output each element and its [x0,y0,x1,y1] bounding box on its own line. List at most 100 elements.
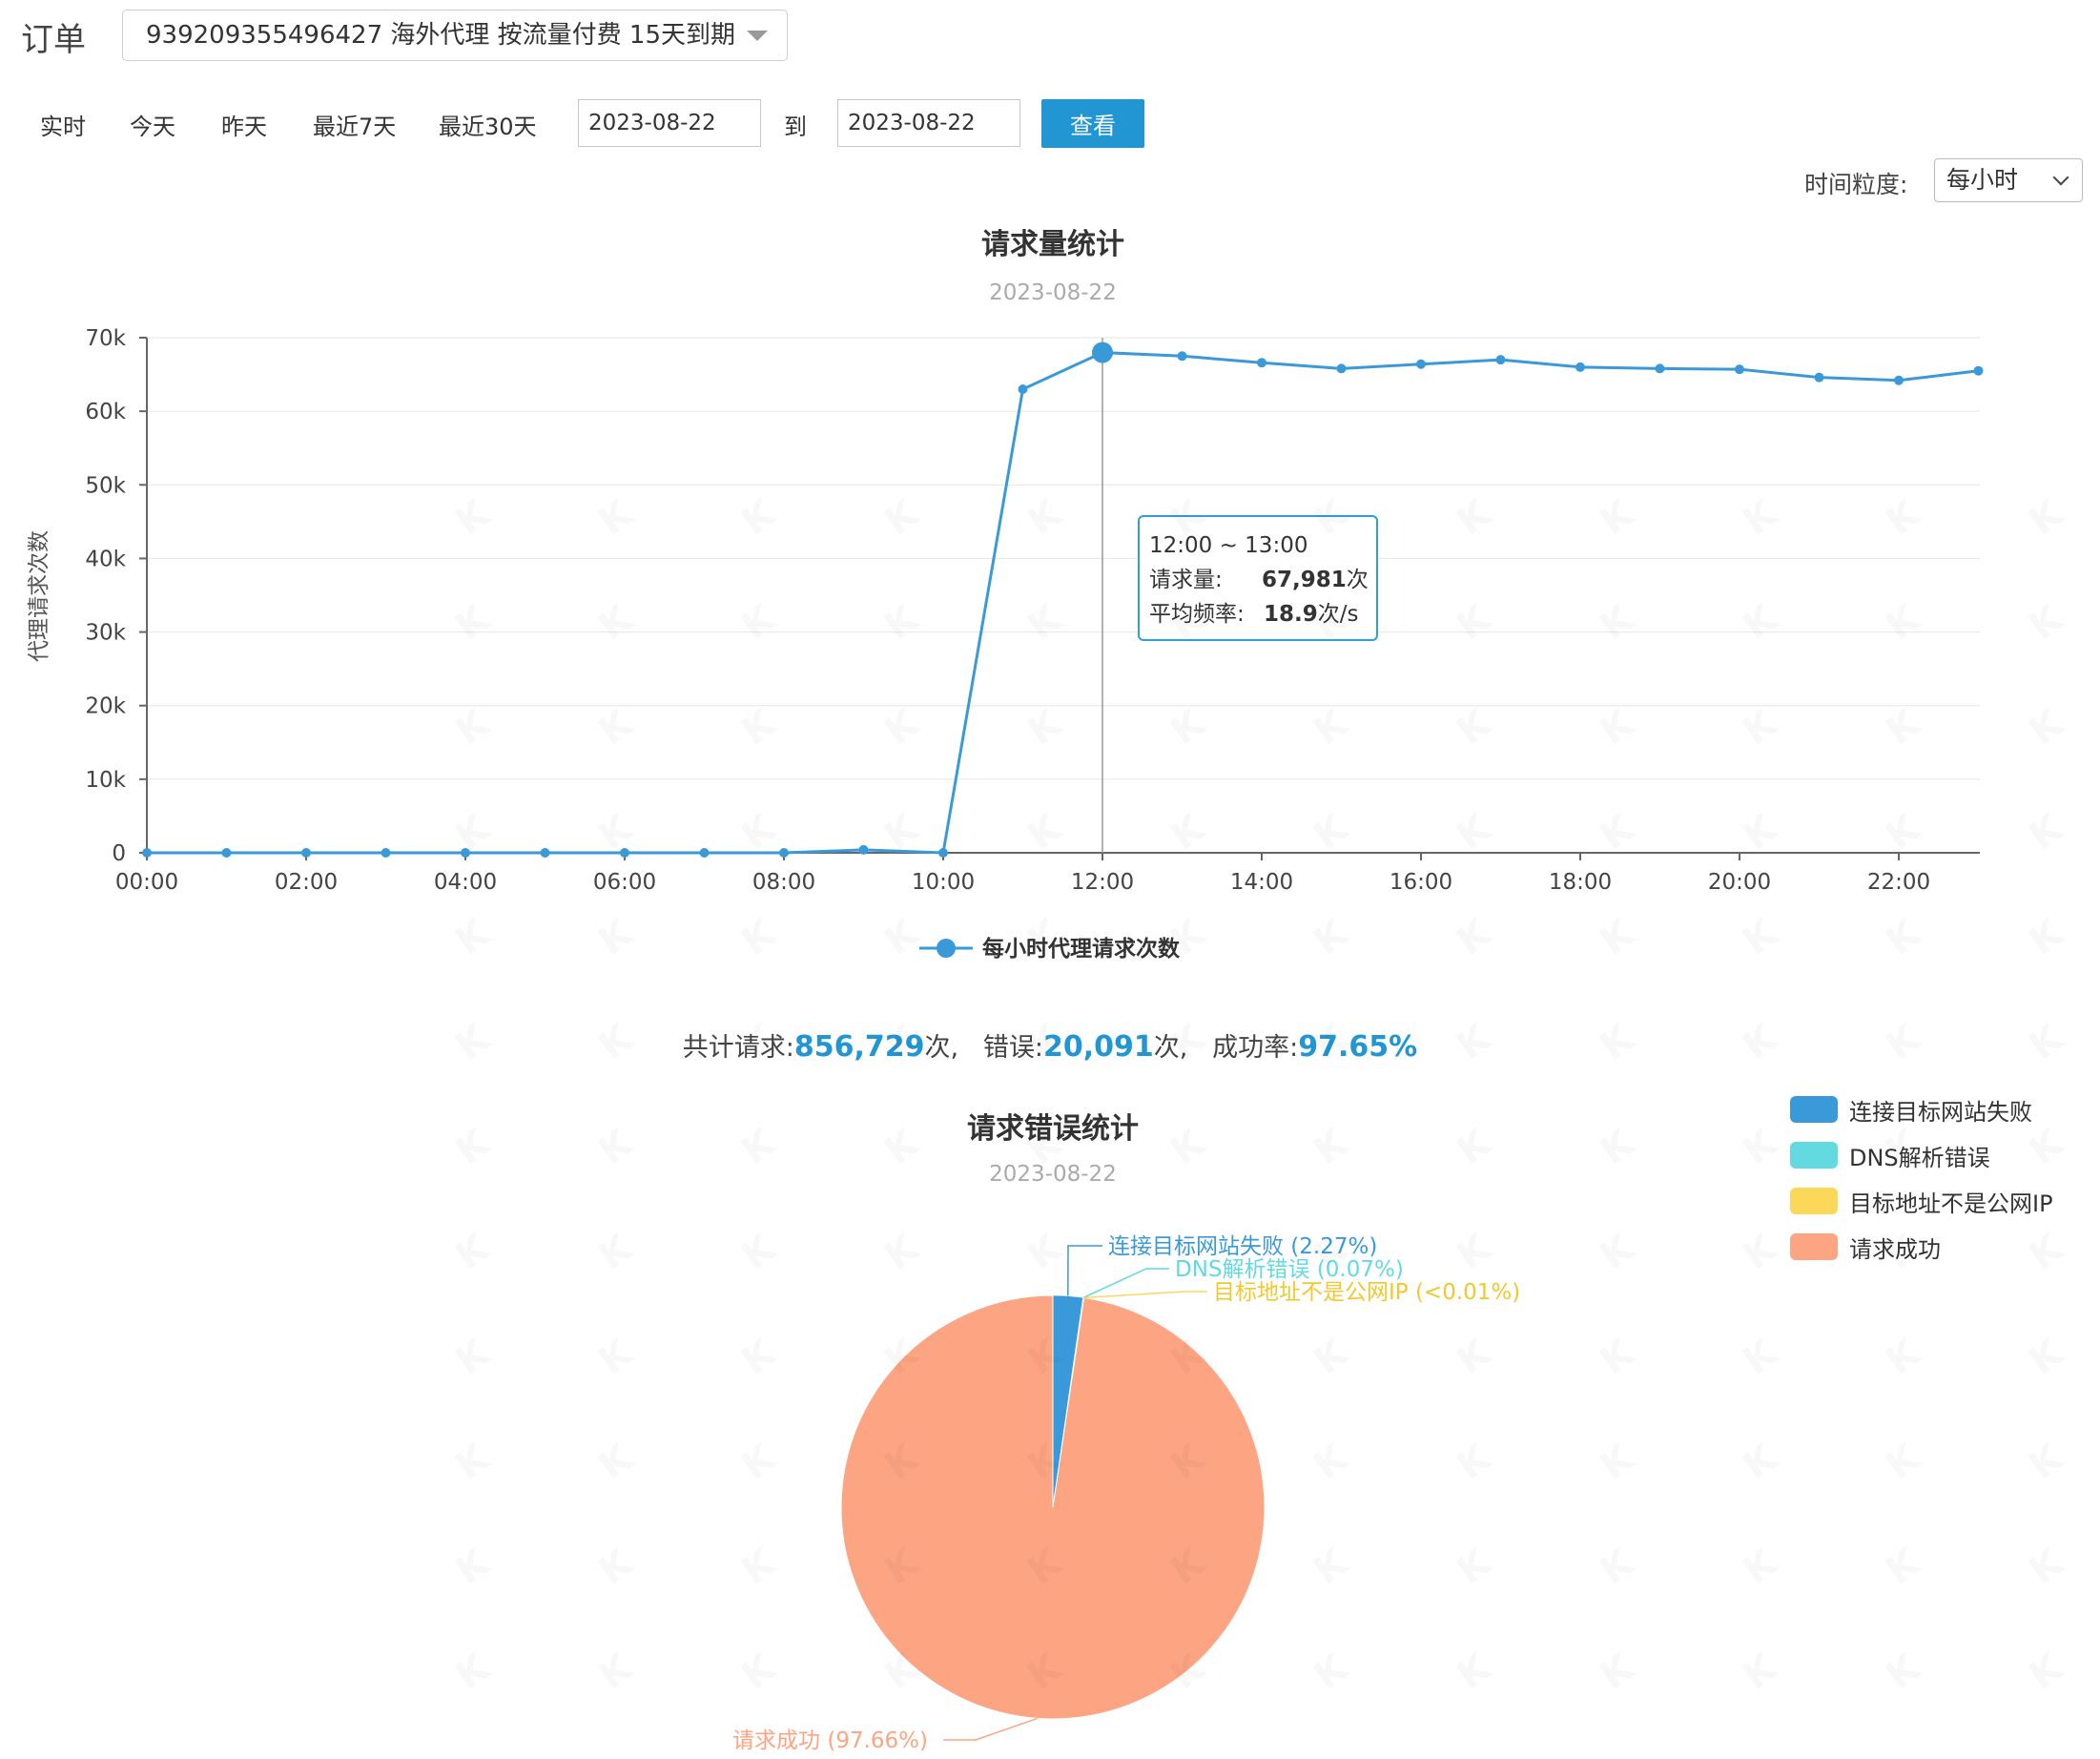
line-chart-title: 请求量统计 [981,228,1124,261]
legend-label: DNS解析错误 [1849,1145,1990,1171]
granularity-label: 时间粒度: [1804,171,1908,198]
tooltip-freq-label: 平均频率: [1149,602,1245,627]
y-tick-label: 40k [85,547,126,571]
tooltip-range: 12:00 ~ 13:00 [1149,533,1308,558]
data-point[interactable] [1092,341,1113,363]
y-tick-label: 20k [85,694,126,719]
x-tick-label: 16:00 [1390,870,1452,895]
data-point[interactable] [1416,359,1426,369]
data-point[interactable] [540,848,550,858]
pie-slice-label: DNS解析错误 (0.07%) [1175,1257,1404,1282]
data-point[interactable] [1655,363,1665,374]
x-tick-label: 08:00 [752,870,815,895]
data-point[interactable] [858,844,869,855]
x-tick-label: 00:00 [115,870,178,895]
tooltip-freq-value: 18.9 [1264,602,1318,627]
summary-total-value: 856,729 [793,1030,925,1064]
x-tick-label: 06:00 [593,870,656,895]
data-point[interactable] [1735,364,1744,375]
end-date-input[interactable] [837,99,1020,147]
legend-swatch [1790,1233,1838,1260]
summary-error-unit: 次, [1153,1033,1188,1063]
granularity-select[interactable]: 每小时 [1934,158,2083,202]
data-point[interactable] [1336,363,1347,374]
tooltip-request-unit: 次 [1346,568,1369,592]
view-button[interactable]: 查看 [1041,99,1144,148]
x-tick-label: 04:00 [434,870,497,895]
y-axis-label: 代理请求次数 [27,530,51,662]
data-point[interactable] [938,848,948,858]
data-point[interactable] [381,848,391,858]
data-point[interactable] [1814,372,1824,383]
range-link-yesterday[interactable]: 昨天 [221,108,267,141]
tooltip-request-label: 请求量: [1149,568,1223,592]
pie-chart-title: 请求错误统计 [967,1112,1139,1146]
x-tick-label: 02:00 [275,870,338,895]
legend-series-label[interactable]: 每小时代理请求次数 [982,936,1181,962]
data-point[interactable] [1575,362,1585,372]
chart-tooltip: 12:00 ~ 13:00 请求量: 67,981次 平均频率: 18.9次/s [1138,515,1378,641]
y-tick-label: 10k [85,768,126,793]
tooltip-request-value: 67,981 [1262,568,1347,592]
legend-swatch [1790,1188,1838,1214]
summary-error-label: 错误: [982,1033,1043,1063]
legend-swatch [1790,1142,1838,1169]
x-tick-label: 18:00 [1549,870,1612,895]
data-point[interactable] [699,848,710,858]
range-link-last-7-days[interactable]: 最近7天 [313,108,396,141]
data-point[interactable] [1894,375,1904,385]
start-date-input[interactable] [578,99,761,147]
x-tick-label: 22:00 [1867,870,1930,895]
pie-slice[interactable] [840,1294,1266,1720]
error-pie-chart: 请求错误统计 2023-08-22 连接目标网站失败 (2.27%)DNS解析错… [732,1112,1520,1753]
pie-chart-subtitle: 2023-08-22 [989,1162,1117,1187]
granularity-value: 每小时 [1946,166,2019,194]
data-point[interactable] [301,848,311,858]
legend-label: 连接目标网站失败 [1849,1099,2032,1126]
line-chart-subtitle: 2023-08-22 [989,280,1117,305]
request-line-chart: 请求量统计 2023-08-22 代理请求次数 0 10k 20k 30k 40k 50k… [27,228,1984,962]
legend-label: 目标地址不是公网IP [1849,1190,2053,1217]
data-point[interactable] [1495,355,1506,365]
pie-slice-label: 连接目标网站失败 (2.27%) [1108,1234,1377,1259]
order-select-value: 939209355496427 海外代理 按流量付费 15天到期 [146,21,736,50]
y-tick-label: 30k [85,621,126,646]
caret-down-icon [747,31,768,41]
y-tick-label: 60k [85,400,126,424]
to-label: 到 [784,114,807,140]
data-point[interactable] [221,848,232,858]
legend-swatch [1790,1096,1838,1123]
summary-error-value: 20,091 [1043,1030,1154,1064]
pie-leader-line [1083,1291,1207,1299]
legend-label: 请求成功 [1849,1236,1941,1263]
pie-leader-line [943,1717,1038,1741]
x-tick-label: 10:00 [912,870,975,895]
data-point[interactable] [779,848,789,858]
order-label: 订单 [21,21,86,59]
legend-marker-icon [937,939,956,958]
y-tick-label: 50k [85,473,126,498]
data-point[interactable] [1257,358,1266,368]
data-point[interactable] [1973,365,1984,376]
data-point[interactable] [620,848,629,858]
request-summary: 共计请求:856,729次, 错误:20,091次, 成功率:97.65% [0,1026,2100,1064]
order-select[interactable]: 939209355496427 海外代理 按流量付费 15天到期 [122,10,788,61]
summary-rate-label: 成功率: [1212,1033,1299,1063]
data-point[interactable] [461,848,470,858]
range-link-realtime[interactable]: 实时 [40,108,86,141]
range-link-today[interactable]: 今天 [130,108,175,141]
data-point[interactable] [142,848,152,858]
range-link-last-30-days[interactable]: 最近30天 [439,108,537,141]
chevron-down-icon [2052,169,2069,186]
pie-leader-line [1067,1245,1102,1296]
x-tick-label: 20:00 [1708,870,1771,895]
summary-total-unit: 次, [924,1033,959,1063]
x-tick-label: 12:00 [1071,870,1134,895]
summary-total-label: 共计请求: [682,1033,794,1063]
data-point[interactable] [1018,384,1028,394]
data-point[interactable] [1177,351,1187,362]
series-line [147,351,1979,855]
y-tick-label: 70k [85,326,126,351]
y-tick-label: 0 [112,841,126,866]
pie-slice-label: 目标地址不是公网IP (<0.01%) [1213,1280,1520,1305]
